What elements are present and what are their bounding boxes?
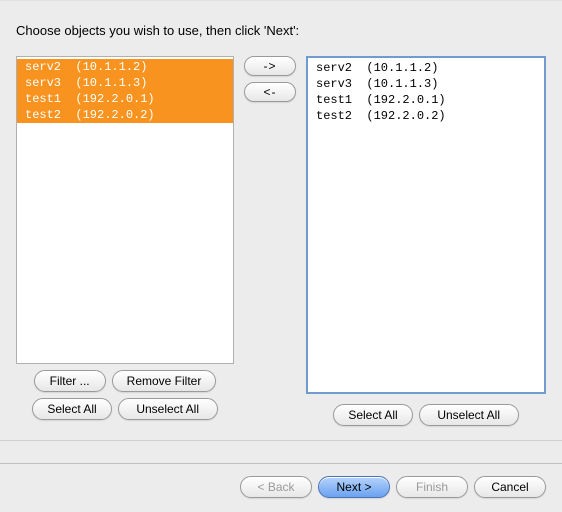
left-button-row-2: Select All Unselect All xyxy=(16,398,234,420)
filter-button[interactable]: Filter ... xyxy=(34,370,106,392)
available-listbox[interactable]: serv2 (10.1.1.2)serv3 (10.1.1.3)test1 (1… xyxy=(16,56,234,364)
select-all-right-button[interactable]: Select All xyxy=(333,404,412,426)
list-item[interactable]: serv2 (10.1.1.2) xyxy=(17,59,233,75)
transfer-arrows: -> <- xyxy=(244,56,296,102)
list-item[interactable]: serv3 (10.1.1.3) xyxy=(308,76,544,92)
move-right-button[interactable]: -> xyxy=(244,56,296,76)
list-item[interactable]: test1 (192.2.0.1) xyxy=(308,92,544,108)
left-button-row-1: Filter ... Remove Filter xyxy=(16,370,234,392)
list-item[interactable]: test2 (192.2.0.2) xyxy=(17,107,233,123)
move-left-button[interactable]: <- xyxy=(244,82,296,102)
selected-listbox[interactable]: serv2 (10.1.1.2)serv3 (10.1.1.3)test1 (1… xyxy=(306,56,546,394)
list-item[interactable]: test2 (192.2.0.2) xyxy=(308,108,544,124)
list-item[interactable]: serv2 (10.1.1.2) xyxy=(308,60,544,76)
next-button[interactable]: Next > xyxy=(318,476,390,498)
finish-button[interactable]: Finish xyxy=(396,476,468,498)
list-item[interactable]: test1 (192.2.0.1) xyxy=(17,91,233,107)
cancel-button[interactable]: Cancel xyxy=(474,476,546,498)
list-item[interactable]: serv3 (10.1.1.3) xyxy=(17,75,233,91)
wizard-window: Choose objects you wish to use, then cli… xyxy=(0,0,562,512)
separator xyxy=(0,440,562,441)
right-button-row: Select All Unselect All xyxy=(306,404,546,426)
available-column: serv2 (10.1.1.2)serv3 (10.1.1.3)test1 (1… xyxy=(16,56,234,420)
back-button[interactable]: < Back xyxy=(240,476,312,498)
select-all-left-button[interactable]: Select All xyxy=(32,398,111,420)
content-area: Choose objects you wish to use, then cli… xyxy=(0,1,562,463)
selected-column: serv2 (10.1.1.2)serv3 (10.1.1.3)test1 (1… xyxy=(306,56,546,426)
unselect-all-left-button[interactable]: Unselect All xyxy=(118,398,218,420)
instruction-text: Choose objects you wish to use, then cli… xyxy=(16,23,546,38)
unselect-all-right-button[interactable]: Unselect All xyxy=(419,404,519,426)
remove-filter-button[interactable]: Remove Filter xyxy=(112,370,217,392)
wizard-footer: < Back Next > Finish Cancel xyxy=(0,463,562,512)
picker-row: serv2 (10.1.1.2)serv3 (10.1.1.3)test1 (1… xyxy=(16,56,546,426)
